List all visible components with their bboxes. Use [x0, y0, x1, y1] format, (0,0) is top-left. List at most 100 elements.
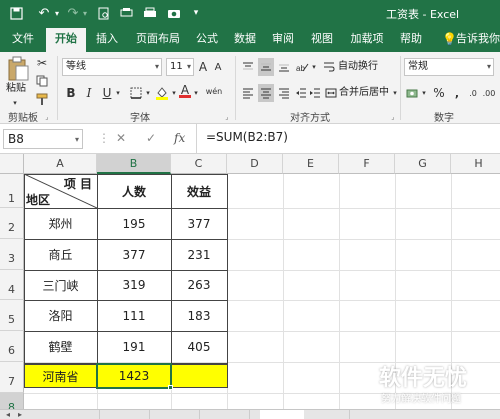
grow-font-button[interactable]: A — [197, 58, 209, 76]
cell-benefit[interactable]: 183 — [171, 300, 227, 331]
col-header-a[interactable]: A — [24, 154, 97, 174]
fill-color-icon[interactable] — [154, 84, 170, 102]
header-diagonal-top[interactable]: 项 目 — [60, 175, 96, 191]
cut-icon[interactable]: ✂ — [34, 54, 50, 72]
undo-dropdown-icon[interactable]: ▾ — [52, 4, 62, 22]
row-header-6[interactable]: 6 — [0, 331, 24, 362]
font-name-select[interactable]: 等线 ▾ — [62, 58, 162, 76]
col-header-g[interactable]: G — [395, 154, 451, 174]
col-header-h[interactable]: H — [451, 154, 500, 174]
tab-page-layout[interactable]: 页面布局 — [130, 26, 186, 52]
sheet-tab[interactable] — [110, 410, 150, 419]
tab-addins[interactable]: 加载项 — [344, 26, 390, 52]
sheet-tab[interactable] — [160, 410, 200, 419]
increase-decimal-icon[interactable]: .0 — [466, 84, 480, 102]
cell-benefit[interactable]: 405 — [171, 331, 227, 362]
orientation-icon[interactable]: ab — [294, 58, 310, 76]
format-painter-icon[interactable] — [34, 90, 50, 108]
font-size-select[interactable]: 11 ▾ — [166, 58, 194, 76]
cancel-icon[interactable]: ✕ — [116, 131, 126, 145]
sheet-tab[interactable] — [310, 410, 350, 419]
orientation-dropdown-icon[interactable]: ▾ — [310, 58, 318, 76]
tab-view[interactable]: 视图 — [305, 26, 339, 52]
comma-style-icon[interactable]: , — [450, 84, 464, 102]
merge-center-icon[interactable] — [324, 84, 338, 102]
font-color-button[interactable]: A — [178, 82, 192, 100]
sheet-scroll-left-icon[interactable]: ◂ — [6, 410, 16, 419]
camera-icon[interactable] — [166, 4, 182, 22]
cell-region[interactable]: 三门峡 — [24, 270, 97, 300]
redo-dropdown-icon[interactable]: ▾ — [80, 4, 90, 22]
total-benefit-cell[interactable] — [171, 364, 227, 388]
number-format-select[interactable]: 常规 ▾ — [404, 58, 494, 76]
align-right-icon[interactable] — [276, 84, 292, 102]
row-header-1[interactable]: 1 — [0, 174, 24, 208]
underline-button[interactable]: U — [100, 84, 114, 102]
align-bottom-icon[interactable] — [276, 58, 292, 76]
underline-dropdown-icon[interactable]: ▾ — [114, 84, 122, 102]
redo-icon[interactable]: ↷ — [66, 4, 80, 22]
align-middle-icon[interactable] — [258, 58, 274, 76]
spelling-icon[interactable] — [118, 4, 134, 22]
tab-data[interactable]: 数据 — [228, 26, 262, 52]
tab-insert[interactable]: 插入 — [90, 26, 124, 52]
cell-people[interactable]: 319 — [97, 270, 171, 300]
cell-people[interactable]: 377 — [97, 239, 171, 270]
row-header-4[interactable]: 4 — [0, 270, 24, 300]
enter-icon[interactable]: ✓ — [146, 131, 156, 145]
cell-benefit[interactable]: 263 — [171, 270, 227, 300]
row-header-3[interactable]: 3 — [0, 239, 24, 270]
col-header-c[interactable]: C — [171, 154, 227, 174]
tab-help[interactable]: 帮助 — [394, 26, 428, 52]
phonetic-guide-button[interactable]: wén — [204, 82, 224, 100]
col-header-e[interactable]: E — [283, 154, 339, 174]
header-diagonal-bottom[interactable]: 地区 — [26, 191, 62, 207]
cell-region[interactable]: 洛阳 — [24, 300, 97, 331]
cell-people[interactable]: 191 — [97, 331, 171, 362]
name-box[interactable]: B8 ▾ — [3, 129, 83, 149]
wrap-text-button[interactable]: 自动换行 — [338, 58, 378, 76]
clipboard-icon[interactable] — [6, 56, 30, 82]
row-header-7[interactable]: 7 — [0, 362, 24, 393]
shrink-font-button[interactable]: A — [212, 58, 224, 76]
merge-dropdown-icon[interactable]: ▾ — [391, 84, 399, 102]
tell-me-search[interactable]: 告诉我你想 — [456, 26, 500, 52]
merge-center-button[interactable]: 合并后居中 — [339, 84, 389, 102]
row-header-8[interactable]: 8 — [0, 393, 24, 409]
decrease-indent-icon[interactable] — [294, 84, 308, 102]
cell-benefit[interactable]: 377 — [171, 208, 227, 239]
bold-button[interactable]: B — [64, 84, 78, 102]
sheet-tab[interactable] — [60, 410, 100, 419]
printer-icon[interactable] — [142, 4, 158, 22]
undo-icon[interactable]: ↶ — [36, 4, 52, 22]
cell-people[interactable]: 111 — [97, 300, 171, 331]
copy-icon[interactable] — [34, 72, 50, 90]
font-color-dropdown-icon[interactable]: ▾ — [192, 84, 200, 102]
tab-formulas[interactable]: 公式 — [190, 26, 224, 52]
tab-file[interactable]: 文件 — [6, 26, 40, 52]
accounting-format-icon[interactable] — [404, 84, 420, 102]
row-header-5[interactable]: 5 — [0, 300, 24, 331]
total-region-cell[interactable]: 河南省 — [24, 364, 97, 388]
borders-icon[interactable] — [128, 84, 144, 102]
align-left-icon[interactable] — [240, 84, 256, 102]
save-icon[interactable] — [8, 4, 24, 22]
borders-dropdown-icon[interactable]: ▾ — [144, 84, 152, 102]
cell-region[interactable]: 鹤壁 — [24, 331, 97, 362]
sheet-scroll-right-icon[interactable]: ▸ — [18, 410, 28, 419]
insert-function-button[interactable]: fx — [174, 131, 185, 145]
align-center-icon[interactable] — [258, 84, 274, 102]
accounting-dropdown-icon[interactable]: ▾ — [420, 84, 428, 102]
formula-input[interactable]: =SUM(B2:B7) — [206, 130, 288, 144]
percent-style-button[interactable]: % — [432, 84, 446, 102]
cell-benefit[interactable]: 231 — [171, 239, 227, 270]
select-all-corner[interactable] — [0, 154, 24, 174]
tab-review[interactable]: 审阅 — [266, 26, 300, 52]
cell-region[interactable]: 商丘 — [24, 239, 97, 270]
decrease-decimal-icon[interactable]: .00 — [482, 84, 496, 102]
cell-people[interactable]: 195 — [97, 208, 171, 239]
header-people[interactable]: 人数 — [97, 174, 171, 208]
increase-indent-icon[interactable] — [308, 84, 322, 102]
row-header-2[interactable]: 2 — [0, 208, 24, 239]
tab-home[interactable]: 开始 — [46, 28, 86, 52]
